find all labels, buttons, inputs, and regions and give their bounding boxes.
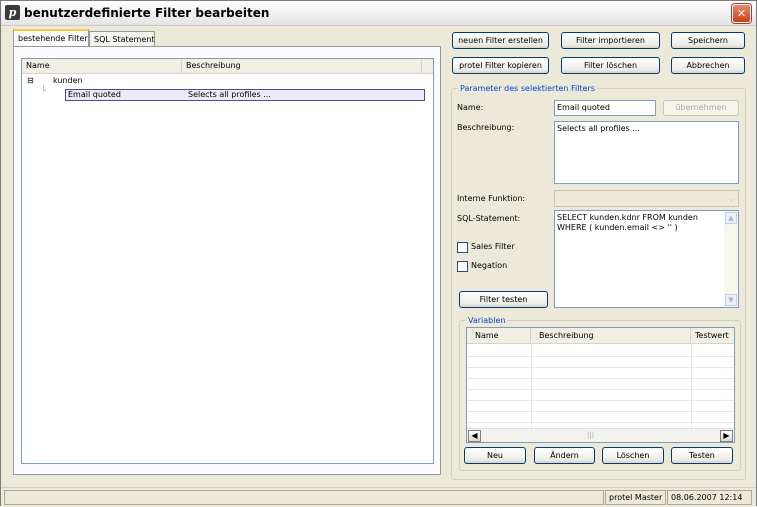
scroll-up-icon[interactable]: ▲ [725,212,737,224]
negation-label: Negation [471,261,508,270]
grid-line [531,343,532,429]
variables-table[interactable]: Name Beschreibung Testwert ◀ ||| ▶ [466,327,735,443]
parameter-group-legend: Parameter des selektierten Filters [458,83,597,94]
sales-filter-label: Sales Filter [471,242,515,251]
grid-line [467,422,734,423]
delete-filter-button[interactable]: Filter löschen [561,57,660,74]
import-filter-button[interactable]: Filter importieren [561,32,660,49]
new-filter-button[interactable]: neuen Filter erstellen [452,32,549,49]
grid-line [467,400,734,401]
list-item[interactable]: Email quoted Selects all profiles ... [65,89,425,101]
column-header-name[interactable]: Name [22,59,182,73]
status-datetime: 08.06.2007 12:14 [667,490,752,505]
description-field[interactable]: Selects all profiles ... [554,121,739,184]
grid-line [467,389,734,390]
test-variable-button[interactable]: Testen [671,447,733,464]
filter-tree[interactable]: Name Beschreibung ⊟ kunden └ Email quote… [21,58,434,464]
save-button[interactable]: Speichern [671,32,745,49]
apply-button[interactable]: übernehmen [663,100,739,116]
grid-line [467,378,734,379]
scroll-down-icon[interactable]: ▼ [725,294,737,306]
app-icon: p [5,5,20,20]
copy-protel-filter-button[interactable]: protel Filter kopieren [452,57,549,74]
sql-scrollbar[interactable]: ▲ ▼ [724,211,738,307]
column-header-name[interactable]: Name [467,328,531,343]
variables-table-header: Name Beschreibung Testwert [467,328,734,344]
tree-expander-icon[interactable]: ⊟ [27,75,34,87]
grid-line [467,411,734,412]
dialog-window: p benutzerdefinierte Filter bearbeiten ✕… [0,0,757,507]
filter-description: Selects all profiles ... [188,90,271,99]
delete-variable-button[interactable]: Löschen [602,447,664,464]
tab-panel: Name Beschreibung ⊟ kunden └ Email quote… [13,46,441,475]
status-user: protel Master [605,490,666,505]
window-title: benutzerdefinierte Filter bearbeiten [24,6,270,20]
grid-line [467,367,734,368]
internal-function-label: Interne Funktion: [457,194,526,203]
scroll-left-icon[interactable]: ◀ [468,430,481,442]
negation-checkbox[interactable] [457,261,468,272]
new-variable-button[interactable]: Neu [464,447,526,464]
sql-statement-field[interactable]: SELECT kunden.kdnr FROM kunden WHERE ( k… [554,210,739,308]
tree-header: Name Beschreibung [22,59,433,74]
filter-name: Email quoted [68,90,121,99]
grid-line [691,343,692,429]
variables-group-legend: Variablen [466,315,508,326]
test-filter-button[interactable]: Filter testen [459,291,548,308]
change-variable-button[interactable]: Ändern [534,447,595,464]
scroll-right-icon[interactable]: ▶ [720,430,733,442]
name-field[interactable]: Email quoted [554,100,656,116]
status-message [4,490,604,505]
sql-statement-label: SQL-Statement: [457,214,521,223]
status-bar: protel Master 08.06.2007 12:14 [1,487,756,507]
title-bar[interactable]: p benutzerdefinierte Filter bearbeiten ✕ [1,1,756,26]
close-button[interactable]: ✕ [732,4,751,23]
name-label: Name: [457,103,484,112]
tree-node-kunden[interactable]: kunden [53,75,83,87]
tree-connector: └ [41,86,46,95]
variables-hscrollbar[interactable]: ◀ ||| ▶ [467,428,734,442]
close-icon: ✕ [736,7,747,20]
column-header-beschreibung[interactable]: Beschreibung [531,328,691,343]
tab-bestehende-filter[interactable]: bestehende Filter [13,29,89,46]
cancel-button[interactable]: Abbrechen [671,57,745,74]
column-header-beschreibung[interactable]: Beschreibung [182,59,422,73]
chevron-down-icon[interactable]: ⌄ [725,192,737,205]
description-label: Beschreibung: [457,123,515,132]
grid-line [467,356,734,357]
tab-sql-statement[interactable]: SQL Statement [89,31,155,46]
column-header-testwert[interactable]: Testwert [691,328,734,343]
internal-function-select[interactable] [554,190,739,207]
scroll-grip-icon: ||| [587,431,595,439]
sales-filter-checkbox[interactable] [457,242,468,253]
